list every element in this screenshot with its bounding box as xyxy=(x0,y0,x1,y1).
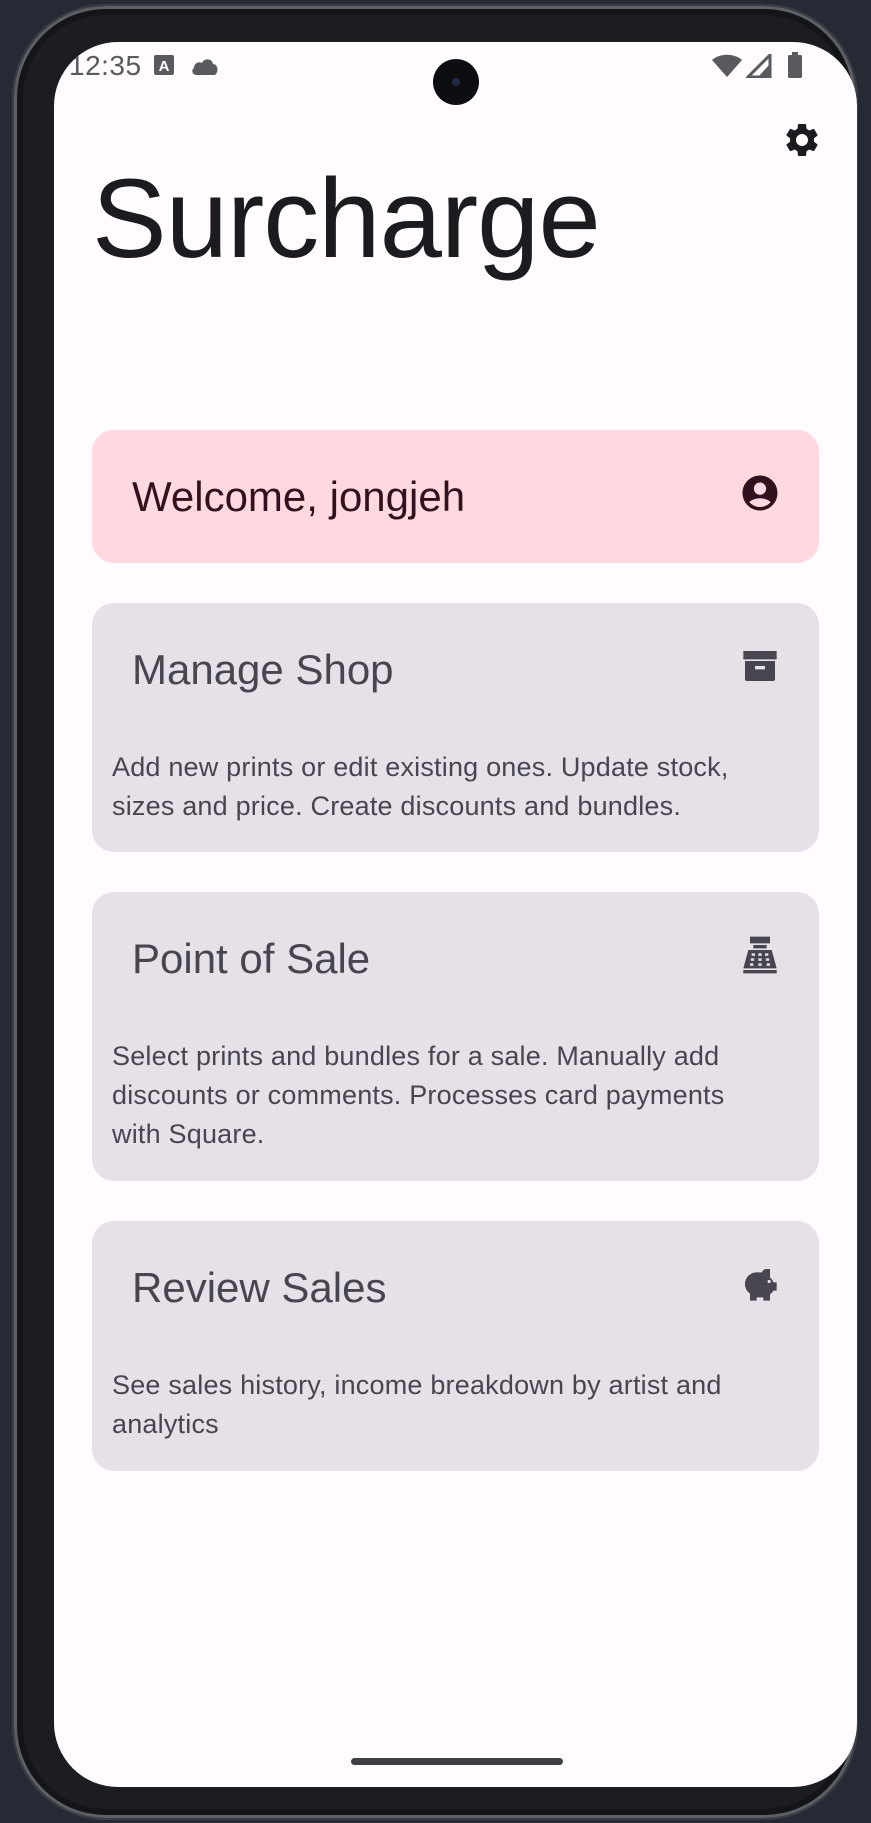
manage-shop-title: Manage Shop xyxy=(132,646,394,693)
welcome-label: Welcome, jongjeh xyxy=(132,473,466,520)
review-sales-card[interactable]: Review Sales See sales history, income b… xyxy=(92,1221,819,1471)
front-camera xyxy=(433,59,479,105)
status-time: 12:35 xyxy=(69,50,142,81)
account-circle-icon xyxy=(739,472,781,514)
manage-shop-description: Add new prints or edit existing ones. Up… xyxy=(112,752,729,821)
cellular-signal-icon xyxy=(744,51,772,83)
wifi-icon xyxy=(712,54,742,83)
page-title: Surcharge xyxy=(92,156,601,281)
manage-shop-card[interactable]: Manage Shop Add new prints or edit exist… xyxy=(92,603,819,852)
archive-box-icon xyxy=(739,645,781,687)
piggy-bank-icon xyxy=(739,1263,781,1305)
point-of-sale-description: Select prints and bundles for a sale. Ma… xyxy=(112,1041,725,1149)
cash-register-icon xyxy=(739,934,781,976)
point-of-sale-card[interactable]: Point of Sale Select prints and bundles … xyxy=(92,892,819,1181)
review-sales-title: Review Sales xyxy=(132,1264,387,1311)
settings-button[interactable] xyxy=(774,114,830,170)
phone-frame: 12:35 A Surcharge Welcome, jongjeh Manag… xyxy=(14,6,857,1818)
gear-icon xyxy=(782,120,822,165)
review-sales-description: See sales history, income breakdown by a… xyxy=(112,1370,722,1439)
welcome-card[interactable]: Welcome, jongjeh xyxy=(92,430,819,563)
app-screen: 12:35 A Surcharge Welcome, jongjeh Manag… xyxy=(54,42,857,1787)
svg-text:A: A xyxy=(159,58,170,75)
text-notification-icon: A xyxy=(153,54,175,81)
battery-icon xyxy=(787,52,803,83)
point-of-sale-title: Point of Sale xyxy=(132,935,371,982)
cloud-icon xyxy=(190,56,220,81)
home-indicator[interactable] xyxy=(351,1758,563,1765)
